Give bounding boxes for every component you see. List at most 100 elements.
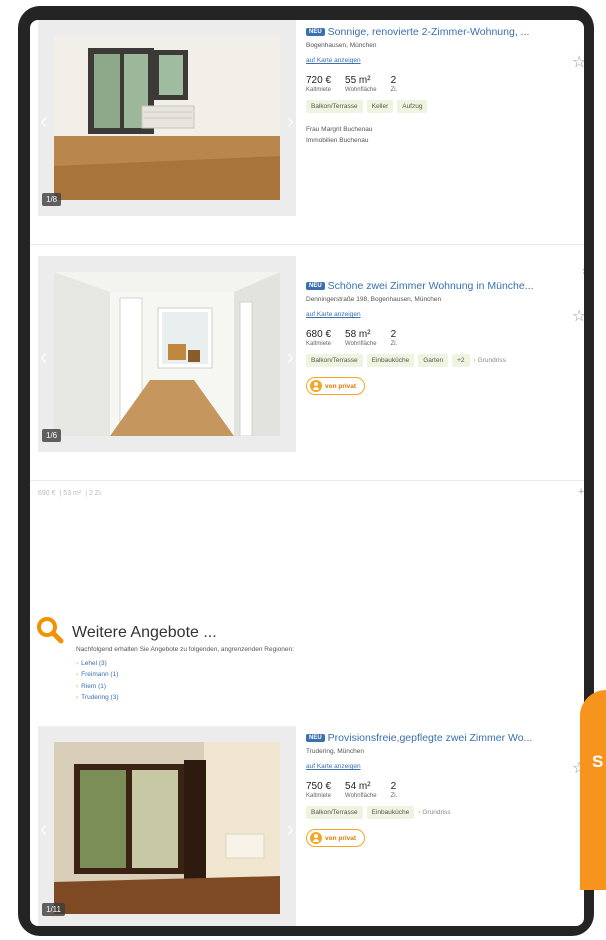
rooms-fact: 2 Zi.	[391, 75, 398, 93]
listing-photo[interactable]: ‹ › 1/11	[38, 726, 296, 926]
room-photo	[54, 742, 280, 914]
listing-info: NEU Sonnige, renovierte 2-Zimmer-Wohnung,…	[306, 26, 566, 146]
key-facts: 680 € Kaltmiete 58 m² Wohnfläche 2 Zi.	[306, 329, 566, 347]
listing-title[interactable]: Sonnige, renovierte 2-Zimmer-Wohnung, ..…	[328, 26, 530, 38]
star-outline-icon[interactable]: ☆	[572, 306, 584, 326]
listing-title[interactable]: Schöne zwei Zimmer Wohnung in Münche...	[328, 280, 534, 292]
close-icon[interactable]: ×	[582, 266, 584, 278]
chevron-right-icon: ›	[473, 357, 476, 365]
chevron-right-icon: ›	[76, 660, 79, 667]
price-value: 720 €	[306, 75, 332, 87]
feature-tag: Balkon/Terrasse	[306, 354, 363, 368]
photo-counter: 1/6	[42, 429, 62, 442]
contact-name: Frau Margrit Buchenau	[306, 126, 373, 134]
show-on-map-link[interactable]: auf Karte anzeigen	[306, 763, 361, 770]
next-photo-icon[interactable]: ›	[287, 344, 294, 370]
region-label: Riem (1)	[81, 682, 107, 690]
new-badge: NEU	[306, 28, 325, 37]
photo-counter: 1/8	[42, 193, 62, 206]
listing-address: Denningerstraße 198, Bogenhausen, Münche…	[306, 296, 442, 304]
region-links: › Lehel (3) › Freimann (1) › Riem (1) › Trud…	[76, 658, 119, 704]
new-badge: NEU	[306, 282, 325, 291]
more-tags-badge[interactable]: +2	[452, 354, 470, 368]
feature-tags: Balkon/Terrasse Einbauküche Garten +2 › G…	[306, 354, 566, 368]
listing-photo[interactable]: ‹ › 1/6	[38, 256, 296, 452]
person-icon	[310, 380, 322, 393]
results-screen: ‹ › 1/8 NEU Sonnige, renovierte 2-Zimmer-…	[30, 20, 584, 926]
key-facts: 750 € Kaltmiete 54 m² Wohnfläche 2 Zi.	[306, 781, 566, 799]
area-fact: 58 m² Wohnfläche	[345, 329, 377, 347]
chevron-right-icon: ›	[76, 694, 79, 702]
overlay-letter: S	[592, 752, 604, 771]
region-link[interactable]: › Trudering (3)	[76, 692, 119, 703]
chevron-right-icon: ›	[76, 671, 79, 679]
private-seller-label: von privat	[325, 382, 357, 390]
person-icon	[310, 832, 322, 845]
next-photo-icon[interactable]: ›	[287, 816, 294, 842]
photo-counter: 1/11	[42, 903, 65, 916]
region-link[interactable]: › Riem (1)	[76, 681, 119, 692]
feature-tag: Aufzug	[397, 100, 428, 114]
feature-tag: Einbauküche	[366, 806, 415, 820]
feature-tag: Balkon/Terrasse	[306, 806, 363, 820]
divider	[30, 244, 584, 245]
feature-tags: Balkon/Terrasse Keller Aufzug	[306, 100, 566, 114]
collapsed-price: 690 €	[38, 490, 56, 497]
region-label: Freimann (1)	[81, 671, 119, 679]
price-fact: 750 € Kaltmiete	[306, 781, 331, 799]
listing-card[interactable]: ‹ › 1/11 NEU Provisionsfreie,gepflegte zw…	[38, 726, 584, 926]
listing-title[interactable]: Provisionsfreie,gepflegte zwei Zimmer Wo…	[328, 732, 533, 744]
listing-title-link[interactable]: NEU Schöne zwei Zimmer Wohnung in Münche.…	[306, 280, 566, 292]
listing-address: Bogenhausen, München	[306, 42, 377, 50]
show-on-map-link[interactable]: auf Karte anzeigen	[306, 57, 361, 64]
region-link[interactable]: › Freimann (1)	[76, 669, 119, 680]
area-value: 58 m²	[345, 329, 371, 341]
private-seller-badge: von privat	[306, 829, 366, 848]
area-value: 54 m²	[345, 781, 371, 793]
listing-photo[interactable]: ‹ › 1/8	[38, 20, 296, 216]
region-link[interactable]: › Lehel (3)	[76, 658, 119, 669]
expand-icon[interactable]: +	[578, 486, 584, 498]
private-seller-badge: von privat	[306, 377, 366, 396]
rooms-fact: 2 Zi.	[391, 329, 398, 347]
price-label: Kaltmiete	[306, 341, 332, 348]
region-label: Lehel (3)	[81, 660, 107, 667]
area-label: Wohnfläche	[345, 87, 377, 94]
rooms-label: Zi.	[390, 87, 398, 94]
private-seller-label: von privat	[325, 834, 357, 842]
feature-tag: Einbauküche	[366, 354, 415, 368]
price-label: Kaltmiete	[306, 87, 332, 94]
divider	[30, 480, 584, 481]
listing-card[interactable]: ‹ › 1/6 NEU Schöne zwei Zimmer Wohnung in…	[38, 256, 584, 466]
price-fact: 720 € Kaltmiete	[306, 75, 331, 93]
feature-tags: Balkon/Terrasse Einbauküche › Grundriss	[306, 806, 566, 820]
rooms-label: Zi.	[390, 793, 398, 800]
previous-photo-icon[interactable]: ‹	[40, 344, 47, 370]
next-photo-icon[interactable]: ›	[287, 108, 294, 134]
listing-card[interactable]: ‹ › 1/8 NEU Sonnige, renovierte 2-Zimmer-…	[38, 20, 584, 230]
search-icon	[36, 616, 64, 649]
collapsed-listing[interactable]: 690 € | 53 m² | 2 Zi.	[38, 490, 107, 497]
chevron-right-icon: ›	[418, 809, 421, 817]
listing-info: NEU Provisionsfreie,gepflegte zwei Zimmer…	[306, 732, 566, 849]
more-offers-header: Weitere Angebote ...	[36, 616, 217, 649]
chevron-right-icon: ›	[76, 682, 79, 690]
orange-overlay-panel[interactable]	[580, 690, 606, 890]
floorplan-link[interactable]: › Grundriss	[418, 809, 450, 816]
previous-photo-icon[interactable]: ‹	[40, 108, 47, 134]
rooms-value: 2	[390, 75, 397, 87]
rooms-fact: 2 Zi.	[391, 781, 398, 799]
show-on-map-link[interactable]: auf Karte anzeigen	[306, 311, 361, 318]
rooms-value: 2	[390, 329, 397, 341]
floorplan-link[interactable]: › Grundriss	[474, 357, 506, 364]
feature-tag: Garten	[418, 354, 449, 368]
price-value: 680 €	[306, 329, 332, 341]
floorplan-label: Grundriss	[477, 357, 506, 365]
listing-title-link[interactable]: NEU Sonnige, renovierte 2-Zimmer-Wohnung,…	[306, 26, 566, 38]
area-fact: 55 m² Wohnfläche	[345, 75, 377, 93]
previous-photo-icon[interactable]: ‹	[40, 816, 47, 842]
floorplan-label: Grundriss	[422, 809, 451, 817]
listing-title-link[interactable]: NEU Provisionsfreie,gepflegte zwei Zimmer…	[306, 732, 566, 744]
area-fact: 54 m² Wohnfläche	[345, 781, 377, 799]
star-outline-icon[interactable]: ☆	[572, 52, 584, 72]
